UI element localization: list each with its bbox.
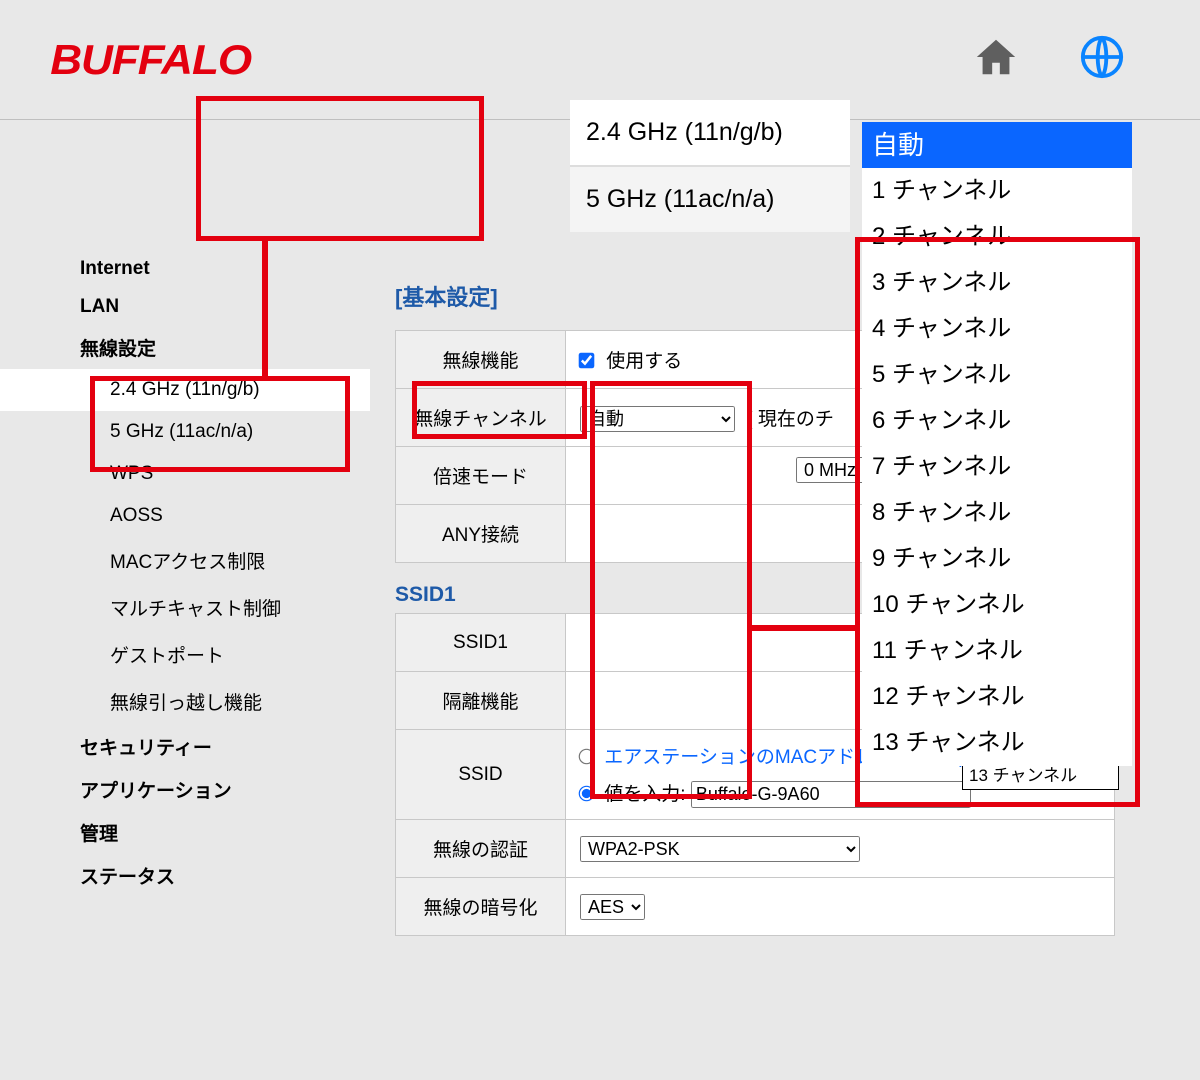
nav-internet[interactable]: Internet [0,250,370,288]
channel-option-big: 6 チャンネル [862,398,1132,444]
wireless-func-checkbox-label: 使用する [606,351,682,372]
row-enc-val: AES [566,878,1115,936]
channel-option-big: 13 チャンネル [862,720,1132,766]
row-isolation-label: 隔離機能 [396,672,566,730]
row-speed-label: 倍速モード [396,447,566,505]
wireless-func-checkbox[interactable] [579,353,595,369]
header-icons [973,34,1125,85]
channel-option-big: 自動 [862,122,1132,168]
row-channel-label: 無線チャンネル [396,389,566,447]
nav-mac-access[interactable]: MACアクセス制限 [0,537,370,584]
nav-wps[interactable]: WPS [0,453,370,495]
globe-icon[interactable] [1079,34,1125,85]
channel-option-big: 8 チャンネル [862,490,1132,536]
row-auth-label: 無線の認証 [396,820,566,878]
row-auth-val: WPA2-PSK [566,820,1115,878]
nav-admin[interactable]: 管理 [0,811,370,854]
sidebar: Internet LAN 無線設定 2.4 GHz (11n/g/b) 5 GH… [0,120,370,936]
nav-application[interactable]: アプリケーション [0,768,370,811]
channel-option-big: 11 チャンネル [862,628,1132,674]
channel-option-big: 3 チャンネル [862,260,1132,306]
ssid-mode-mac-radio[interactable] [579,748,595,764]
channel-option-big: 2 チャンネル [862,214,1132,260]
channel-option-big: 7 チャンネル [862,444,1132,490]
nav-wireless[interactable]: 無線設定 [0,326,370,369]
row-ssid1-label: SSID1 [396,614,566,672]
nav-lan[interactable]: LAN [0,288,370,326]
nav-status[interactable]: ステータス [0,854,370,897]
channel-option-big: 12 チャンネル [862,674,1132,720]
channel-option-big: 5 チャンネル [862,352,1132,398]
row-wireless-func-label: 無線機能 [396,331,566,389]
channel-option-big: 10 チャンネル [862,582,1132,628]
callout-bands: 2.4 GHz (11n/g/b) 5 GHz (11ac/n/a) [570,100,850,232]
channel-option-big: 9 チャンネル [862,536,1132,582]
channel-dropdown-callout: 自動 1 チャンネル 2 チャンネル 3 チャンネル 4 チャンネル 5 チャン… [862,122,1132,766]
nav-moving[interactable]: 無線引っ越し機能 [0,678,370,725]
home-icon[interactable] [973,34,1019,85]
nav-guest-port[interactable]: ゲストポート [0,631,370,678]
nav-5ghz[interactable]: 5 GHz (11ac/n/a) [0,411,370,453]
nav-security[interactable]: セキュリティー [0,725,370,768]
encryption-select[interactable]: AES [580,894,645,920]
ssid-mode-input-radio[interactable] [579,785,595,801]
brand-logo: BUFFALO [50,36,251,84]
nav-multicast[interactable]: マルチキャスト制御 [0,584,370,631]
channel-select[interactable]: 自動 [580,406,735,432]
nav-24ghz[interactable]: 2.4 GHz (11n/g/b) [0,369,370,411]
ssid-input[interactable] [691,781,971,808]
channel-option-big: 4 チャンネル [862,306,1132,352]
row-any-label: ANY接続 [396,505,566,563]
callout-band-5: 5 GHz (11ac/n/a) [570,165,850,232]
ssid-mode-input-label: 値を入力: [604,784,685,805]
row-enc-label: 無線の暗号化 [396,878,566,936]
row-ssid-label: SSID [396,730,566,820]
channel-current-hint: ( 現在のチ [746,409,834,430]
channel-option-big: 1 チャンネル [862,168,1132,214]
nav-aoss[interactable]: AOSS [0,495,370,537]
callout-band-24: 2.4 GHz (11n/g/b) [570,100,850,165]
auth-select[interactable]: WPA2-PSK [580,836,860,862]
